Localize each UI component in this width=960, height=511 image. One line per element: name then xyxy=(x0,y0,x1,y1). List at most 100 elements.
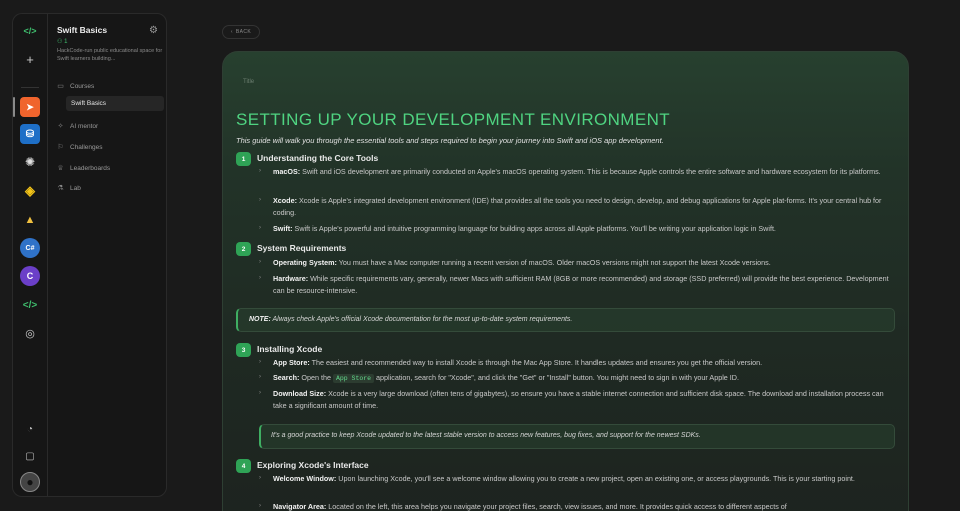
item-text: Xcode is Apple's integrated development … xyxy=(273,196,882,217)
item-term: Xcode: xyxy=(273,196,297,205)
csharp-icon[interactable]: C# xyxy=(20,238,40,258)
compass-icon[interactable]: ◎ xyxy=(20,323,40,343)
list-item: App Store: The easiest and recommended w… xyxy=(273,357,893,369)
item-text: Xcode is a very large download (often te… xyxy=(273,389,884,410)
list-item: Swift: Swift is Apple's powerful and int… xyxy=(273,223,893,235)
space-title: Swift Basics xyxy=(57,25,108,35)
item-term: App Store: xyxy=(273,358,310,367)
list-item: Search: Open the App Store application, … xyxy=(273,372,893,385)
item-term: Operating System: xyxy=(273,258,337,267)
c-icon[interactable]: C xyxy=(20,266,40,286)
list-item: Download Size: Xcode is a very large dow… xyxy=(273,388,893,411)
page-title: SETTING UP YOUR DEVELOPMENT ENVIRONMENT xyxy=(236,110,671,129)
back-button[interactable]: ‹ BACK xyxy=(222,25,260,39)
list-item: Welcome Window: Upon launching Xcode, yo… xyxy=(273,473,893,485)
chevron-right-icon: › xyxy=(259,225,261,231)
gear-icon[interactable]: ⚙ xyxy=(149,25,158,36)
item-text: Open the xyxy=(299,373,333,382)
section-title: Understanding the Core Tools xyxy=(257,153,379,163)
add-icon[interactable]: + xyxy=(20,49,40,69)
member-count: ⚇ 1 xyxy=(57,38,67,45)
item-text: Swift and iOS development are primarily … xyxy=(300,167,881,176)
intro-text: This guide will walk you through the ess… xyxy=(236,136,664,145)
item-text: application, search for "Xcode", and cli… xyxy=(374,373,739,382)
openai-icon[interactable]: ✺ xyxy=(20,152,40,172)
member-count-value: 1 xyxy=(64,39,68,45)
space-description: HackCode-run public educational space fo… xyxy=(57,48,163,62)
breadcrumb-item[interactable]: Title xyxy=(243,79,254,85)
chevron-right-icon: › xyxy=(259,259,261,265)
item-term: macOS: xyxy=(273,167,301,176)
nav-lab[interactable]: ⚗ Lab xyxy=(57,184,81,193)
section-title: Exploring Xcode's Interface xyxy=(257,460,369,470)
course-item-swift-basics[interactable]: Swift Basics xyxy=(66,96,164,111)
breadcrumb: Title xyxy=(243,79,268,85)
lesson-card: Title SETTING UP YOUR DEVELOPMENT ENVIRO… xyxy=(222,51,909,511)
code-logo-icon[interactable]: </> xyxy=(20,21,40,41)
item-text: Upon launching Xcode, you'll see a welco… xyxy=(336,474,855,483)
nav-label: Leaderboards xyxy=(70,164,111,172)
list-item: macOS: Swift and iOS development are pri… xyxy=(273,166,893,178)
note-callout: NOTE: Always check Apple's official Xcod… xyxy=(236,308,895,332)
flag-icon: ⚐ xyxy=(57,144,64,151)
nav-label: AI mentor xyxy=(70,122,99,130)
item-text: Located on the left, this area helps you… xyxy=(326,502,787,511)
active-space-indicator xyxy=(13,97,15,117)
bell-icon[interactable]: ◔ xyxy=(20,419,40,439)
nav-label: Lab xyxy=(70,184,81,192)
nav-label: Courses xyxy=(70,82,95,90)
item-term: Download Size: xyxy=(273,389,327,398)
python-icon[interactable]: ◈ xyxy=(20,181,40,201)
list-item: Hardware: While specific requirements va… xyxy=(273,273,893,296)
flask-icon: ⚗ xyxy=(57,185,64,192)
section-title: Installing Xcode xyxy=(257,344,323,354)
chevron-right-icon: › xyxy=(259,359,261,365)
chevron-right-icon: › xyxy=(259,374,261,380)
chevron-left-icon: ‹ xyxy=(230,29,233,35)
sparkle-icon: ✧ xyxy=(57,123,64,130)
note-text: Always check Apple's official Xcode docu… xyxy=(270,316,573,323)
item-term: Hardware: xyxy=(273,274,309,283)
app-root: </> + ➤ ⛁ ✺ ◈ ▲ C# C </> ◎ ◔ ▢ ● Swift B… xyxy=(0,0,960,511)
chat-icon[interactable]: ▢ xyxy=(20,446,40,466)
section-title: System Requirements xyxy=(257,243,347,253)
nav-courses[interactable]: ▭ Courses xyxy=(57,82,95,91)
tip-callout: It's a good practice to keep Xcode updat… xyxy=(259,424,895,449)
chevron-right-icon: › xyxy=(259,197,261,203)
item-term: Search: xyxy=(273,373,300,382)
database-icon[interactable]: ⛁ xyxy=(20,124,40,144)
nav-label: Challenges xyxy=(70,143,103,151)
item-term: Welcome Window: xyxy=(273,474,337,483)
rail-divider xyxy=(21,87,39,88)
chevron-right-icon: › xyxy=(259,503,261,509)
chevron-right-icon: › xyxy=(259,390,261,396)
nav-leaderboards[interactable]: ♕ Leaderboards xyxy=(57,164,111,173)
list-item: Navigator Area: Located on the left, thi… xyxy=(273,501,893,511)
section-number: 1 xyxy=(236,152,251,166)
item-term: Navigator Area: xyxy=(273,502,327,511)
list-item: Xcode: Xcode is Apple's integrated devel… xyxy=(273,195,893,218)
users-icon: ⚇ xyxy=(57,39,63,45)
linux-icon[interactable]: ▲ xyxy=(20,210,40,230)
inline-code: App Store xyxy=(332,374,375,383)
space-sidebar: Swift Basics ⚙ ⚇ 1 HackCode-run public e… xyxy=(47,13,167,497)
code-icon[interactable]: </> xyxy=(20,295,40,315)
list-item: Operating System: You must have a Mac co… xyxy=(273,257,893,269)
chevron-right-icon: › xyxy=(259,168,261,174)
back-label: BACK xyxy=(235,29,252,35)
section-number: 2 xyxy=(236,242,251,256)
chevron-right-icon: › xyxy=(259,275,261,281)
book-icon: ▭ xyxy=(57,83,64,90)
avatar[interactable]: ● xyxy=(20,472,40,492)
chevron-right-icon: › xyxy=(259,475,261,481)
swift-icon[interactable]: ➤ xyxy=(20,97,40,117)
space-rail: </> + ➤ ⛁ ✺ ◈ ▲ C# C </> ◎ ◔ ▢ ● xyxy=(12,13,47,497)
item-text: You must have a Mac computer running a r… xyxy=(336,258,771,267)
trophy-icon: ♕ xyxy=(57,165,64,172)
item-text: The easiest and recommended way to insta… xyxy=(309,358,763,367)
section-number: 3 xyxy=(236,343,251,357)
nav-challenges[interactable]: ⚐ Challenges xyxy=(57,143,103,152)
item-text: While specific requirements vary, genera… xyxy=(273,274,889,295)
nav-ai-mentor[interactable]: ✧ AI mentor xyxy=(57,122,99,131)
item-text: Swift is Apple's powerful and intuitive … xyxy=(292,224,776,233)
